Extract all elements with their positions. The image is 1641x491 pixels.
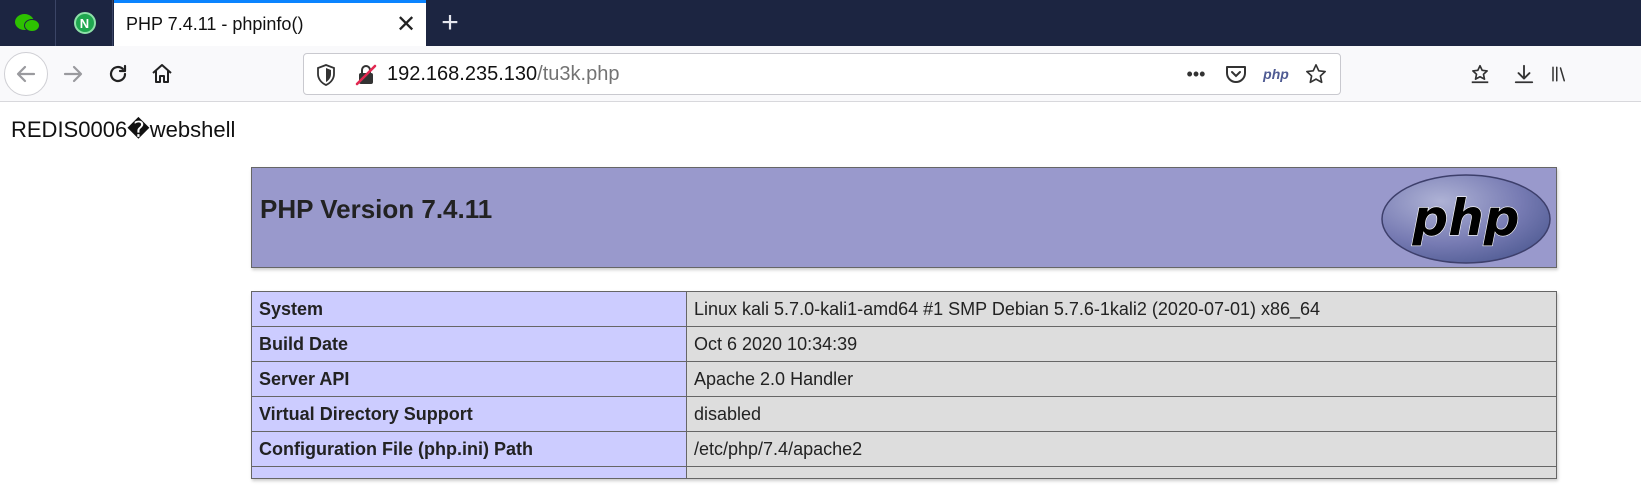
back-button[interactable]: [4, 52, 48, 96]
php-extension-icon[interactable]: php: [1260, 59, 1292, 89]
php-version-header: PHP Version 7.4.11 php: [251, 167, 1557, 268]
row-key: System: [251, 291, 687, 327]
row-value: Oct 6 2020 10:34:39: [686, 326, 1557, 362]
downloads-icon[interactable]: [1506, 56, 1542, 92]
table-row: Build Date Oct 6 2020 10:34:39: [251, 326, 1557, 362]
table-row: Server API Apache 2.0 Handler: [251, 361, 1557, 397]
url-actions: ••• php: [1180, 59, 1332, 89]
url-path: /tu3k.php: [537, 63, 620, 85]
url-text[interactable]: 192.168.235.130/tu3k.php: [387, 63, 619, 86]
row-key: Server API: [251, 361, 687, 397]
active-tab[interactable]: PHP 7.4.11 - phpinfo() ✕: [114, 0, 426, 46]
arrow-left-icon: [16, 65, 36, 83]
php-version-title: PHP Version 7.4.11: [260, 194, 493, 224]
phpinfo-table: System Linux kali 5.7.0-kali1-amd64 #1 S…: [251, 291, 1557, 479]
wechat-icon: [14, 12, 41, 34]
bookmarks-star-list-icon[interactable]: [1462, 56, 1498, 92]
navigation-bar: 192.168.235.130/tu3k.php ••• php: [0, 46, 1641, 102]
row-value: /etc/php/7.4/apache2: [686, 431, 1557, 467]
toolbar-right: [1462, 56, 1568, 92]
page-content: REDIS0006�webshell PHP Version 7.4.11 ph…: [0, 103, 1641, 491]
close-tab-icon[interactable]: ✕: [386, 10, 426, 39]
pinned-tab-wechat[interactable]: [0, 0, 56, 46]
table-row: [251, 466, 1557, 479]
insecure-connection-icon[interactable]: [354, 63, 378, 92]
reload-icon: [109, 64, 127, 83]
row-key: Build Date: [251, 326, 687, 362]
row-value: Apache 2.0 Handler: [686, 361, 1557, 397]
url-host: 192.168.235.130: [387, 63, 538, 85]
tracking-protection-shield-icon[interactable]: [316, 64, 336, 91]
home-icon: [152, 64, 172, 83]
pocket-icon[interactable]: [1220, 59, 1252, 89]
table-row: System Linux kali 5.7.0-kali1-amd64 #1 S…: [251, 291, 1557, 327]
arrow-right-icon: [63, 65, 83, 83]
php-logo-text: php: [1411, 189, 1519, 247]
row-key: [251, 466, 687, 479]
tab-strip: N PHP 7.4.11 - phpinfo() ✕ +: [0, 0, 1641, 46]
tab-title: PHP 7.4.11 - phpinfo(): [126, 14, 304, 34]
row-key: Configuration File (php.ini) Path: [251, 431, 687, 467]
php-logo-icon[interactable]: php: [1380, 173, 1552, 265]
row-value: disabled: [686, 396, 1557, 432]
table-row: Configuration File (php.ini) Path /etc/p…: [251, 431, 1557, 467]
row-value: Linux kali 5.7.0-kali1-amd64 #1 SMP Debi…: [686, 291, 1557, 327]
pinned-tab-nginx[interactable]: N: [57, 0, 113, 46]
page-actions-more-icon[interactable]: •••: [1180, 59, 1212, 89]
new-tab-button[interactable]: +: [432, 0, 468, 46]
url-bar[interactable]: 192.168.235.130/tu3k.php ••• php: [303, 53, 1341, 95]
forward-button[interactable]: [51, 52, 95, 96]
home-button[interactable]: [140, 52, 184, 96]
nginx-icon: N: [73, 12, 96, 34]
table-row: Virtual Directory Support disabled: [251, 396, 1557, 432]
library-icon[interactable]: [1550, 56, 1568, 92]
echo-output-text: REDIS0006�webshell: [11, 117, 236, 142]
row-value: [686, 466, 1557, 479]
bookmark-star-icon[interactable]: [1300, 59, 1332, 89]
row-key: Virtual Directory Support: [251, 396, 687, 432]
reload-button[interactable]: [96, 52, 140, 96]
